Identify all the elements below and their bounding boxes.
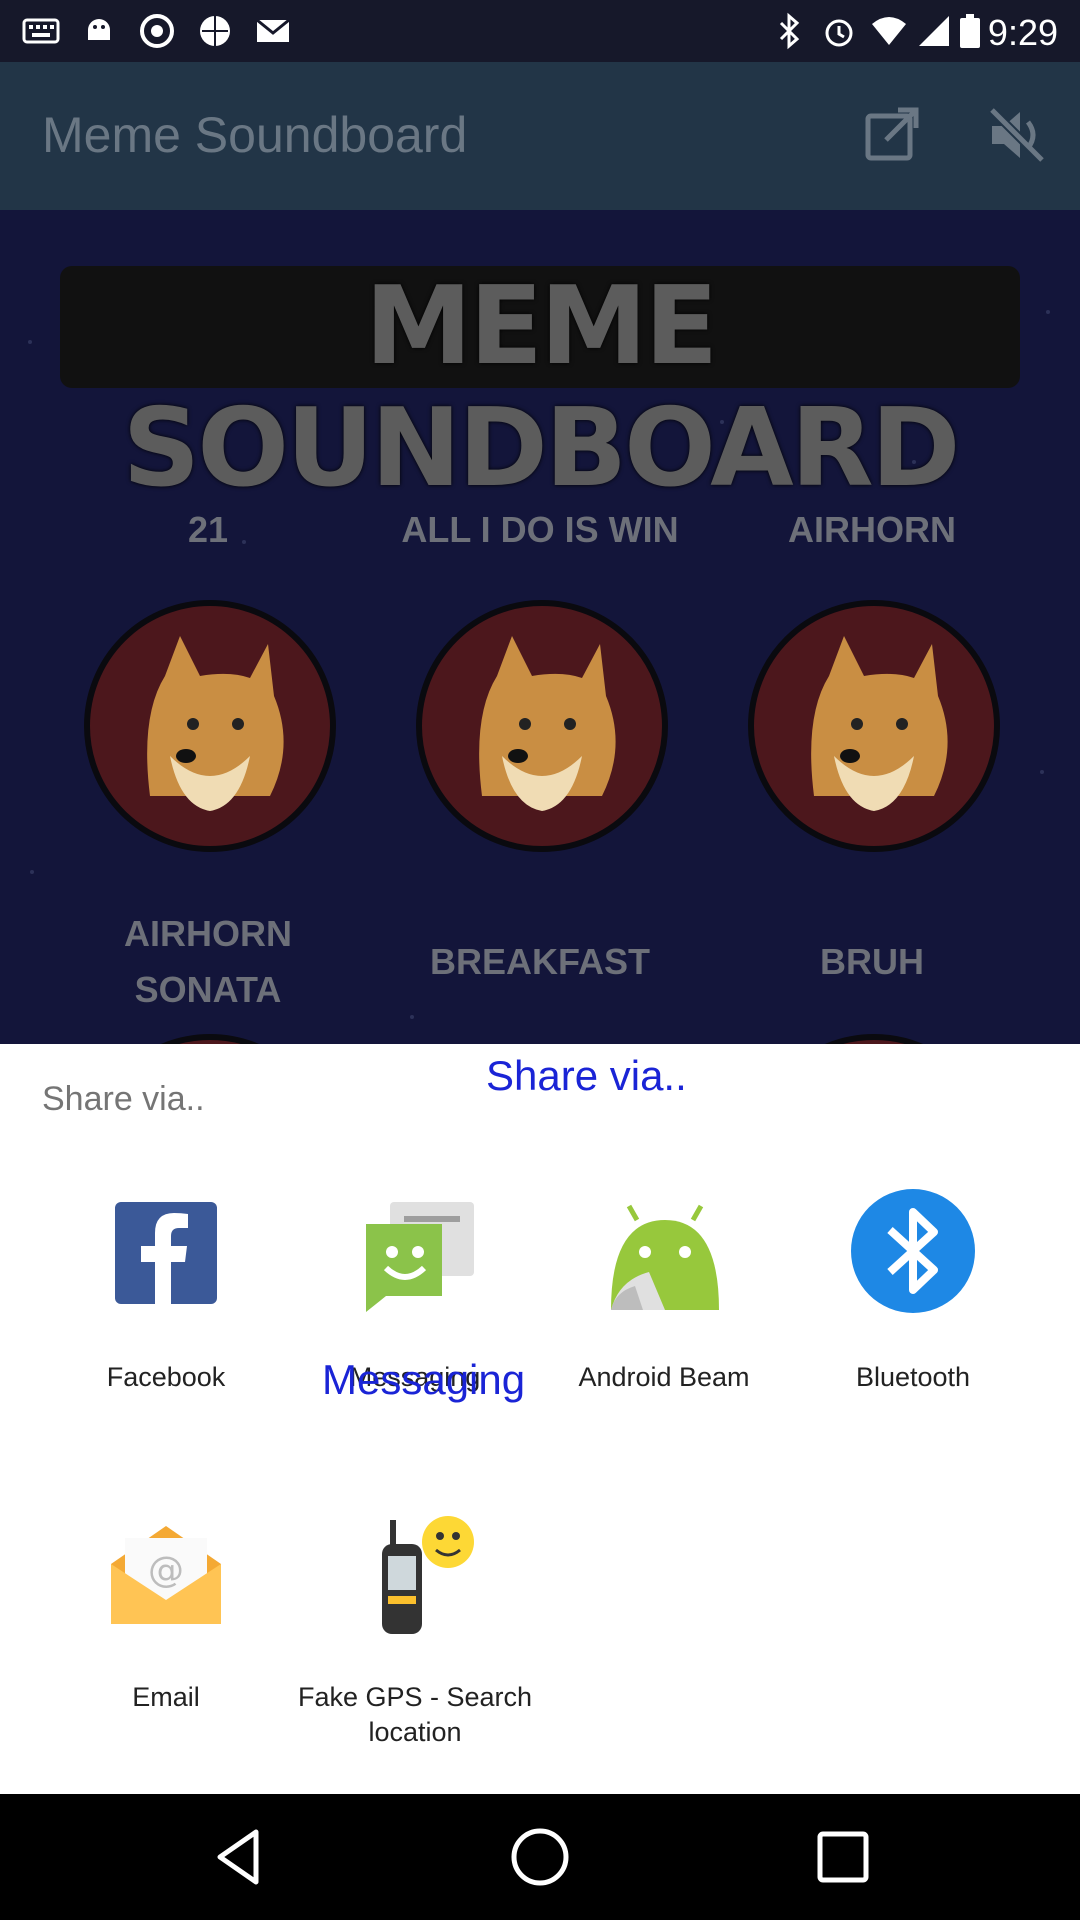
messaging-icon: [366, 1202, 474, 1312]
gmail-icon: [256, 18, 290, 42]
share-overlay-title: Share via..: [486, 1052, 687, 1099]
star-decoration: [410, 1015, 414, 1019]
share-target-bluetooth[interactable]: Bluetooth: [788, 1189, 1038, 1400]
home-icon[interactable]: [507, 1824, 573, 1890]
star-decoration: [1040, 770, 1044, 774]
status-time: 9:29: [987, 12, 1058, 53]
facebook-icon: [115, 1202, 217, 1304]
share-target-label: Facebook: [106, 1362, 226, 1392]
star-decoration: [30, 870, 34, 874]
sound-label: 21: [187, 509, 229, 550]
doge-sound-button[interactable]: [748, 1034, 1000, 1044]
svg-text:@: @: [148, 1550, 184, 1591]
keyboard-icon: [22, 18, 60, 44]
globe-icon: [200, 16, 230, 46]
recents-icon[interactable]: [810, 1824, 876, 1890]
doge-sound-button[interactable]: [416, 600, 668, 852]
signal-icon: [919, 16, 949, 46]
star-decoration: [1046, 310, 1050, 314]
wifi-icon: [872, 17, 906, 45]
share-target-fake-gps[interactable]: Fake GPS - Search location: [290, 1516, 540, 1750]
soundboard-banner: MEME SOUNDBOARD: [60, 266, 1020, 510]
doge-icon: [811, 636, 948, 811]
app-bar: Meme Soundboard: [0, 62, 1080, 210]
share-target-email[interactable]: @ Email: [41, 1520, 291, 1750]
battery-icon: [960, 14, 980, 48]
share-sheet: Share via.. Share via.. Facebook Messagi…: [0, 1044, 1080, 1794]
share-target-facebook[interactable]: Facebook: [41, 1200, 291, 1400]
doge-sound-button[interactable]: [748, 600, 1000, 852]
volume-off-icon[interactable]: [984, 102, 1050, 168]
share-external-icon[interactable]: [858, 102, 924, 168]
fake-gps-icon: [382, 1516, 474, 1634]
sound-label: AIRHORN: [788, 509, 956, 550]
android-debug-icon: [88, 19, 110, 40]
back-icon[interactable]: [206, 1824, 272, 1890]
messaging-overlay-label: Messaging: [322, 1356, 526, 1403]
navigation-bar: [0, 1794, 1080, 1920]
chrome-icon: [140, 14, 174, 48]
alarm-icon: [825, 19, 853, 47]
share-sheet-title: Share via..: [42, 1080, 205, 1118]
sound-label: ALL I DO IS WIN: [401, 509, 679, 550]
email-icon: @: [111, 1526, 221, 1624]
doge-sound-button[interactable]: [84, 600, 336, 852]
android-beam-icon: [611, 1204, 719, 1310]
bluetooth-icon: [779, 12, 800, 50]
sound-label: AIRHORN SONATA: [124, 913, 292, 1010]
share-target-label: Email: [132, 1682, 200, 1712]
doge-sound-button[interactable]: [84, 1034, 336, 1044]
share-target-label: Fake GPS - Search location: [297, 1682, 533, 1747]
share-target-label: Android Beam: [578, 1362, 750, 1392]
sound-label: BRUH: [820, 941, 924, 982]
share-target-label: Bluetooth: [855, 1362, 971, 1392]
doge-icon: [479, 636, 616, 811]
share-target-android-beam[interactable]: Android Beam: [539, 1200, 789, 1400]
app-title: Meme Soundboard: [42, 107, 468, 163]
bluetooth-icon: [851, 1189, 975, 1313]
doge-icon: [147, 636, 284, 811]
status-bar: 9:29: [0, 0, 1080, 62]
soundboard-content: MEME SOUNDBOARD 21 ALL I DO IS WIN AIRHO…: [0, 210, 1080, 1044]
star-decoration: [28, 340, 32, 344]
sound-label: BREAKFAST: [429, 941, 650, 982]
